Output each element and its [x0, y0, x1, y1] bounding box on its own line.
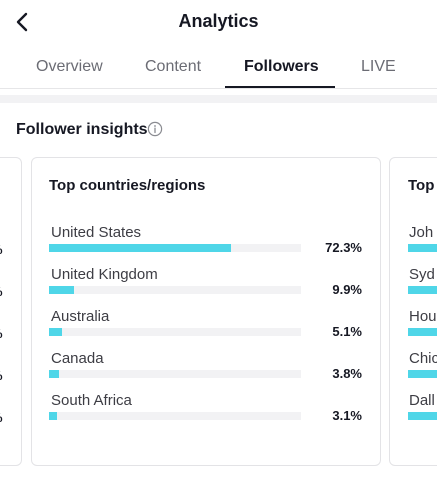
- progress-fill: [49, 328, 62, 336]
- follower-card-left[interactable]: % % % % %: [0, 157, 22, 466]
- info-icon[interactable]: [147, 121, 163, 137]
- progress-fill: [49, 412, 57, 420]
- left-card-percent: %: [0, 368, 3, 383]
- city-name: Syd: [409, 266, 435, 283]
- city-name: Dall: [409, 392, 435, 409]
- country-name: United States: [51, 224, 142, 241]
- progress-fill: [49, 286, 74, 294]
- city-row: Hou: [408, 308, 437, 348]
- country-row: South Africa 3.1%: [49, 392, 369, 432]
- progress-fill: [49, 370, 59, 378]
- progress-fill: [408, 370, 437, 378]
- top-cities-card[interactable]: Top Joh Syd Hou Chic Dall: [389, 157, 437, 466]
- city-row: Chic: [408, 350, 437, 390]
- country-row: United Kingdom 9.9%: [49, 266, 369, 306]
- left-card-percent: %: [0, 284, 3, 299]
- country-percent: 72.3%: [325, 240, 362, 255]
- progress-track: [49, 286, 301, 294]
- left-card-percent: %: [0, 326, 3, 341]
- section-divider: [0, 95, 437, 103]
- country-name: Australia: [51, 308, 110, 325]
- country-name: Canada: [51, 350, 104, 367]
- tab-content[interactable]: Content: [145, 58, 201, 76]
- progress-fill: [408, 412, 437, 420]
- city-row: Dall: [408, 392, 437, 432]
- section-title: Follower insights: [16, 121, 148, 138]
- card-title: Top: [408, 177, 435, 194]
- progress-fill: [408, 328, 437, 336]
- progress-track: [49, 412, 301, 420]
- city-name: Chic: [409, 350, 437, 367]
- progress-track: [49, 244, 301, 252]
- country-row: Canada 3.8%: [49, 350, 369, 390]
- city-name: Hou: [409, 308, 437, 325]
- progress-fill: [408, 244, 437, 252]
- progress-track: [49, 328, 301, 336]
- header: Analytics: [0, 0, 437, 46]
- country-percent: 3.8%: [332, 366, 362, 381]
- city-row: Joh: [408, 224, 437, 264]
- tab-bar: Overview Content Followers LIVE: [0, 54, 437, 89]
- left-card-percent: %: [0, 242, 3, 257]
- city-row: Syd: [408, 266, 437, 306]
- card-title: Top countries/regions: [49, 177, 206, 194]
- tab-live[interactable]: LIVE: [361, 58, 396, 76]
- left-card-percent: %: [0, 410, 3, 425]
- progress-fill: [49, 244, 232, 252]
- city-name: Joh: [409, 224, 434, 241]
- page-title: Analytics: [178, 11, 259, 31]
- country-row: United States 72.3%: [49, 224, 369, 264]
- tab-overview[interactable]: Overview: [36, 58, 103, 76]
- country-name: United Kingdom: [51, 266, 158, 283]
- country-row: Australia 5.1%: [49, 308, 369, 348]
- active-tab-indicator: [225, 86, 335, 88]
- progress-fill: [408, 286, 437, 294]
- tab-followers[interactable]: Followers: [244, 58, 319, 76]
- progress-track: [49, 370, 301, 378]
- country-name: South Africa: [51, 392, 132, 409]
- top-countries-card[interactable]: Top countries/regions United States 72.3…: [31, 157, 381, 466]
- country-percent: 5.1%: [332, 324, 362, 339]
- country-percent: 3.1%: [332, 408, 362, 423]
- country-percent: 9.9%: [332, 282, 362, 297]
